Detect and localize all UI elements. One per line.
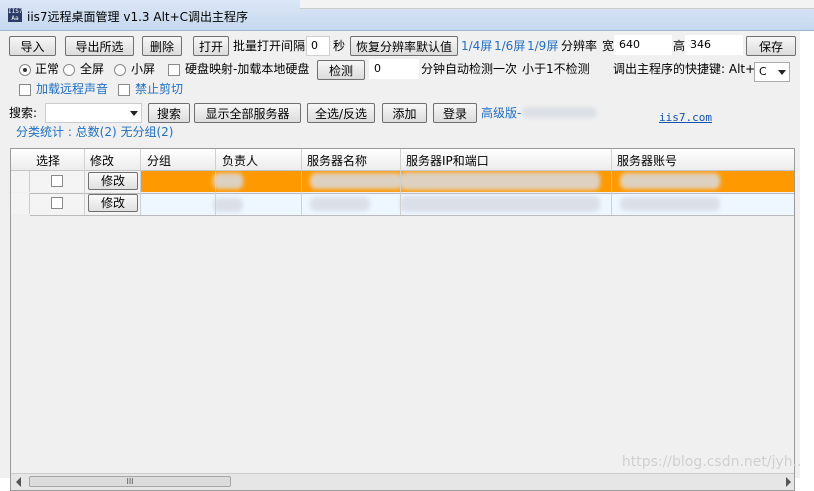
column-divider	[301, 149, 302, 215]
export-selected-button[interactable]: 导出所选	[65, 36, 134, 56]
open-button[interactable]: 打开	[193, 36, 229, 56]
row-selector[interactable]	[11, 171, 30, 192]
server-table: 选择 修改 分组 负责人 服务器名称 服务器IP和端口 服务器账号 修改 修改	[10, 148, 795, 491]
redacted-server-ip	[400, 196, 600, 212]
row-selector[interactable]	[11, 193, 30, 214]
redacted-server-ip	[400, 172, 600, 190]
search-label: 搜索:	[9, 106, 38, 120]
category-stats: 分类统计 : 总数(2) 无分组(2)	[16, 125, 174, 139]
hotkey-value: C	[759, 65, 767, 78]
scroll-right-icon[interactable]	[786, 477, 791, 487]
window-title: iis7远程桌面管理 v1.3 Alt+C调出主程序	[27, 10, 249, 24]
fullscreen-label: 全屏	[80, 62, 105, 76]
no-detect-label: 小于1不检测	[522, 62, 590, 76]
header-server-name: 服务器名称	[307, 154, 368, 168]
header-server-ip-port: 服务器IP和端口	[406, 154, 489, 168]
iis7-site-link[interactable]: iis7.com	[659, 111, 712, 124]
disable-clipboard-label: 禁止剪切	[135, 82, 184, 96]
row-select-checkbox[interactable]	[51, 175, 63, 187]
header-server-account: 服务器账号	[617, 154, 678, 168]
normal-radio[interactable]	[19, 64, 31, 76]
search-combo[interactable]	[45, 103, 142, 123]
detect-interval-input[interactable]: 0	[369, 59, 419, 79]
disk-map-checkbox[interactable]	[168, 64, 180, 76]
hotkey-select[interactable]: C	[754, 62, 790, 82]
chevron-down-icon	[778, 70, 786, 75]
redacted-server-name	[310, 173, 402, 189]
table-row[interactable]: 修改	[30, 193, 794, 216]
row-select-checkbox[interactable]	[51, 197, 63, 209]
add-button[interactable]: 添加	[382, 103, 427, 123]
fullscreen-radio[interactable]	[63, 64, 75, 76]
horizontal-scrollbar[interactable]: III	[11, 473, 794, 490]
batch-interval-label: 批量打开间隔	[233, 39, 306, 53]
normal-label: 正常	[35, 62, 60, 76]
row-edit-button[interactable]: 修改	[88, 172, 138, 190]
delete-button[interactable]: 删除	[142, 36, 182, 56]
remote-sound-label: 加载远程声音	[36, 82, 109, 96]
seconds-label: 秒	[333, 39, 346, 53]
width-input[interactable]: 640	[614, 35, 672, 55]
height-label: 高	[673, 39, 686, 53]
redacted-advanced-text	[522, 107, 597, 118]
height-input[interactable]: 346	[685, 35, 743, 55]
quarter-screen-link[interactable]: 1/4屏	[461, 38, 492, 54]
small-screen-label: 小屏	[131, 62, 156, 76]
column-divider	[215, 149, 216, 215]
batch-interval-input[interactable]: 0	[306, 36, 330, 56]
row-edit-button[interactable]: 修改	[88, 194, 138, 212]
advanced-version-link[interactable]: 高级版-	[481, 105, 521, 121]
search-button[interactable]: 搜索	[148, 103, 190, 123]
right-edge	[800, 31, 814, 478]
select-all-button[interactable]: 全选/反选	[307, 103, 375, 123]
login-button[interactable]: 登录	[433, 103, 477, 123]
table-row[interactable]: 修改	[30, 171, 794, 192]
column-divider	[611, 149, 612, 215]
table-header: 选择 修改 分组 负责人 服务器名称 服务器IP和端口 服务器账号	[11, 149, 794, 171]
small-screen-radio[interactable]	[114, 64, 126, 76]
redacted-owner	[213, 173, 243, 189]
resolution-label: 分辨率	[561, 39, 598, 53]
hotkey-label: 调出主程序的快捷键: Alt+	[613, 62, 756, 76]
chevron-down-icon	[130, 111, 138, 116]
redacted-server-account	[620, 197, 720, 211]
watermark: https://blog.csdn.net/jyh...	[621, 454, 806, 470]
auto-detect-label: 分钟自动检测一次	[421, 62, 518, 76]
scroll-left-icon[interactable]	[16, 477, 21, 487]
app-icon: IIS7 Aa	[8, 8, 23, 22]
disable-clipboard-checkbox[interactable]	[118, 84, 130, 96]
header-select: 选择	[36, 154, 61, 168]
redacted-server-name	[310, 197, 370, 211]
width-label: 宽	[602, 39, 615, 53]
header-edit: 修改	[90, 154, 115, 168]
import-button[interactable]: 导入	[9, 36, 56, 56]
disk-map-label: 硬盘映射-加载本地硬盘	[185, 62, 310, 76]
redacted-server-account	[620, 173, 720, 189]
ninth-screen-link[interactable]: 1/9屏	[527, 38, 558, 54]
restore-resolution-button[interactable]: 恢复分辨率默认值	[350, 36, 458, 56]
remote-sound-checkbox[interactable]	[19, 84, 31, 96]
sixth-screen-link[interactable]: 1/6屏	[494, 38, 525, 54]
header-owner: 负责人	[222, 154, 259, 168]
save-button[interactable]: 保存	[746, 36, 796, 56]
main-client-area: 导入 导出所选 删除 打开 批量打开间隔 0 秒 恢复分辨率默认值 1/4屏 1…	[0, 31, 814, 491]
show-all-servers-button[interactable]: 显示全部服务器	[194, 103, 301, 123]
detect-button[interactable]: 检测	[317, 60, 365, 80]
redacted-owner	[213, 198, 243, 212]
column-divider	[140, 149, 141, 215]
background-window-strip	[300, 0, 814, 9]
column-divider	[84, 149, 85, 215]
header-group: 分组	[147, 154, 172, 168]
column-divider	[400, 149, 401, 215]
